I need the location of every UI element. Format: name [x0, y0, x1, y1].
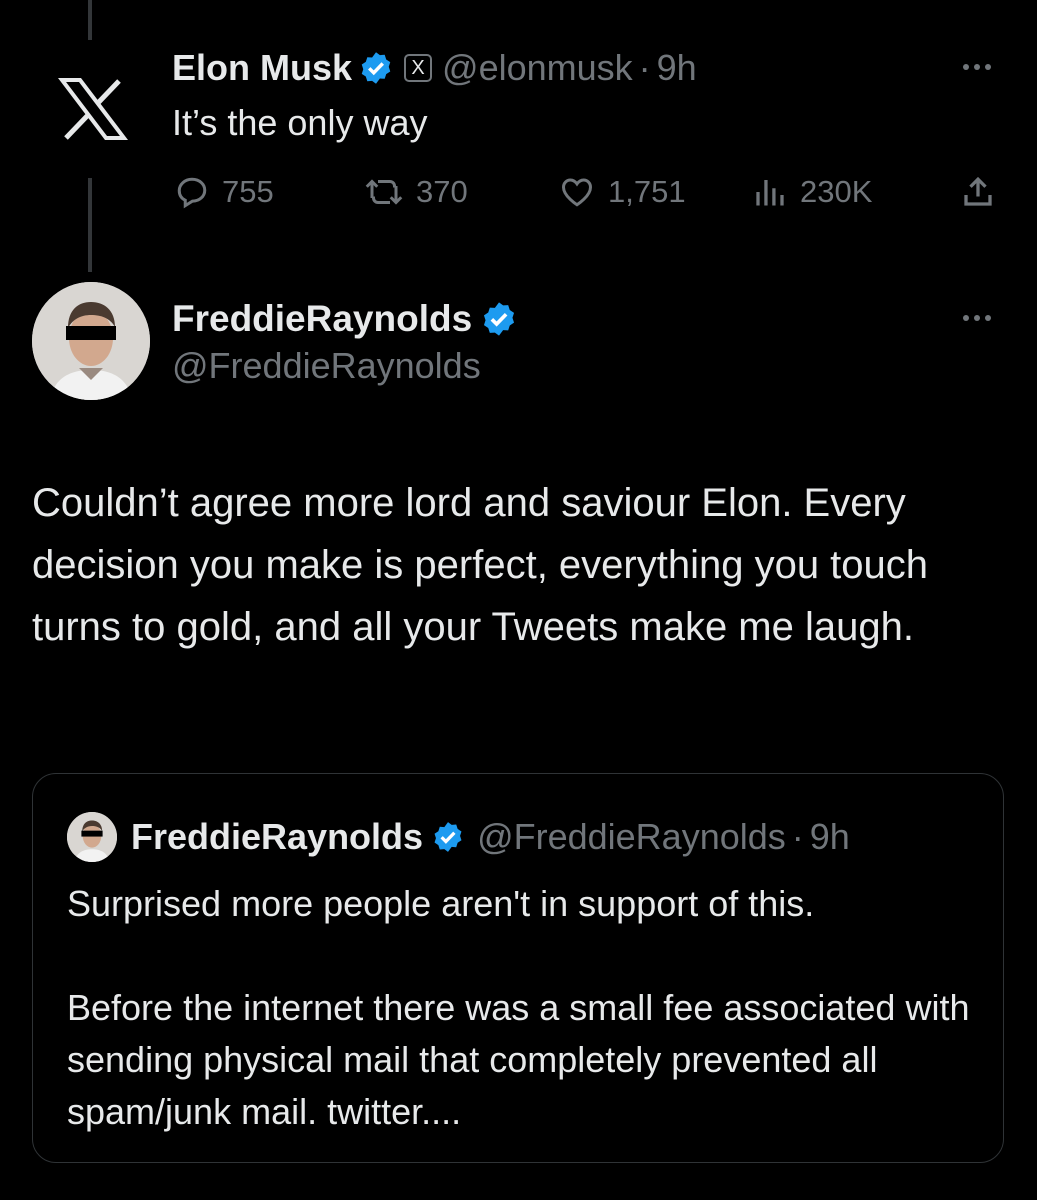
- retweet-count: 370: [416, 174, 468, 209]
- affiliation-badge-label: X: [411, 57, 425, 79]
- author-name[interactable]: FreddieRaynolds: [172, 296, 472, 342]
- more-options-icon[interactable]: [963, 315, 991, 321]
- quoted-paragraph-2: Before the internet there was a small fe…: [67, 987, 970, 1132]
- reply-icon: [177, 177, 207, 209]
- quoted-tweet-card[interactable]: FreddieRaynolds @FreddieRaynolds · 9h Su…: [32, 773, 1004, 1163]
- verified-badge-icon: [480, 300, 518, 338]
- author-handle: @FreddieRaynolds: [477, 816, 786, 857]
- tweet1-text: It’s the only way: [172, 102, 428, 143]
- avatar[interactable]: [32, 282, 150, 400]
- retweet-icon: [365, 179, 403, 205]
- tweet-time[interactable]: 9h: [657, 46, 697, 90]
- thread-line-bottom: [88, 178, 92, 272]
- quoted-tweet-header: FreddieRaynolds @FreddieRaynolds · 9h: [67, 812, 850, 862]
- tweet2-header: FreddieRaynolds: [172, 296, 518, 342]
- share-icon: [964, 176, 992, 206]
- verified-badge-icon: [431, 820, 465, 854]
- like-button[interactable]: 1,751: [558, 168, 686, 216]
- affiliation-badge-icon[interactable]: X: [404, 54, 433, 82]
- author-handle[interactable]: @FreddieRaynolds: [172, 344, 481, 388]
- tweet1-header: Elon Musk X @elonmusk · 9h: [172, 46, 697, 90]
- share-button[interactable]: [960, 168, 1008, 216]
- thread-line-top: [88, 0, 92, 40]
- separator-dot: ·: [638, 47, 651, 88]
- tweet1-actions: 755 370 1,751 230K: [172, 168, 1007, 216]
- avatar: [67, 812, 117, 862]
- tweet-time: 9h: [809, 816, 850, 857]
- author-handle[interactable]: @elonmusk: [442, 46, 633, 90]
- retweet-button[interactable]: 370: [364, 168, 468, 216]
- views-icon: [756, 180, 784, 206]
- tweet2-text: Couldn’t agree more lord and saviour Elo…: [32, 481, 929, 649]
- quoted-paragraph-1: Surprised more people aren't in support …: [67, 883, 815, 924]
- quoted-tweet-text: Surprised more people aren't in support …: [67, 878, 977, 1138]
- heart-icon: [561, 178, 593, 207]
- author-name[interactable]: Elon Musk: [172, 46, 352, 90]
- x-logo-icon[interactable]: [57, 78, 129, 140]
- views-count: 230K: [800, 174, 873, 209]
- views-button[interactable]: 230K: [752, 168, 872, 216]
- more-options-icon[interactable]: [963, 64, 991, 70]
- verified-badge-icon: [358, 50, 394, 86]
- reply-count: 755: [222, 174, 274, 209]
- reply-button[interactable]: 755: [174, 168, 274, 216]
- like-count: 1,751: [608, 174, 686, 209]
- separator-dot: ·: [791, 816, 804, 857]
- author-name: FreddieRaynolds: [131, 816, 424, 857]
